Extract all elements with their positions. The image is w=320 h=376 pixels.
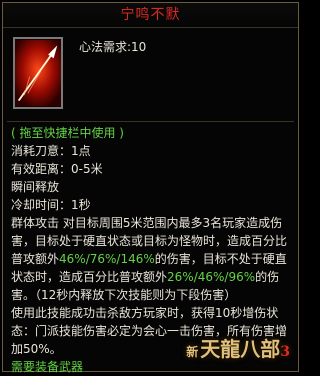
skill-icon-frame bbox=[13, 37, 63, 109]
skill-title: 宁鸣不默 bbox=[3, 3, 298, 28]
mastery-requirement: 心法需求:10 bbox=[79, 40, 147, 54]
stat-range: 有效距离：0-5米 bbox=[11, 162, 103, 176]
logo-prefix: 新 bbox=[186, 345, 199, 359]
skill-description: 群体攻击 对目标周围5米范围内最多3名玩家造成伤害，目标处于硬直状态或目标为怪物… bbox=[11, 214, 290, 304]
desc-note: （12秒内释放下次技能则为下段伤害） bbox=[35, 288, 237, 302]
desc-bonus-2: 26%/46%/96% bbox=[167, 270, 256, 284]
logo-suffix: 3 bbox=[280, 344, 290, 360]
usage-hint: ( 拖至快捷栏中使用 ) bbox=[11, 126, 124, 140]
game-logo: 新天龍八部3 bbox=[186, 337, 290, 361]
logo-main: 天龍八部 bbox=[200, 337, 281, 361]
stat-cast-type: 瞬间释放 bbox=[11, 180, 60, 194]
section-divider bbox=[7, 121, 294, 122]
desc-bonus-1: 46%/76%/146% bbox=[59, 252, 155, 266]
stat-cooldown: 冷却时间：1秒 bbox=[11, 198, 91, 212]
skill-tooltip: 宁鸣不默 心法需求:10 ( 拖至快捷栏中使用 ) 消耗刀意：1点 有效距离：0… bbox=[2, 2, 299, 374]
spear-skill-icon bbox=[15, 39, 61, 107]
stat-cost: 消耗刀意：1点 bbox=[11, 144, 91, 158]
